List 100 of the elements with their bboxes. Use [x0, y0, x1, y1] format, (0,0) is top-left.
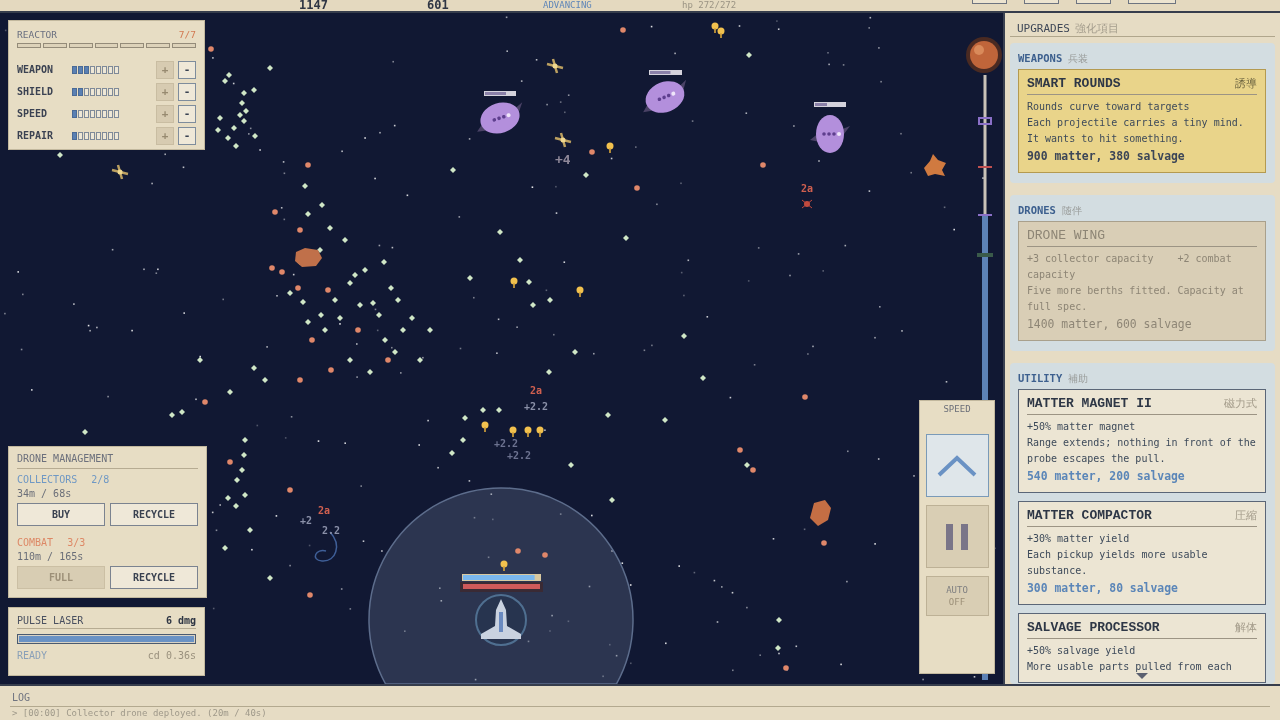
- log-title: LOG: [12, 692, 31, 703]
- matter-pickup-icon: [776, 617, 782, 623]
- matter-pickup-icon: [427, 327, 433, 333]
- matter-pickup-icon: [623, 235, 629, 241]
- matter-pickup-icon: [287, 290, 293, 296]
- drone-cost: 34m / 68s: [17, 487, 73, 501]
- matter-pickup-icon: [322, 327, 328, 333]
- upgrade-tag: 圧縮: [1235, 508, 1257, 523]
- toolbar-button[interactable]: [972, 0, 1007, 4]
- route-marker-icon: [977, 253, 993, 257]
- matter-pickup-icon: [241, 452, 247, 458]
- matter-pickup-icon: [82, 429, 88, 435]
- route-marker-icon: [978, 214, 992, 216]
- decrease-button[interactable]: -: [178, 105, 196, 123]
- matter-pickup-icon: [197, 357, 203, 363]
- salvage-pickup-icon: [355, 327, 361, 333]
- salvage-pickup-icon: [821, 540, 827, 546]
- drone-count: 2/8: [91, 473, 110, 487]
- toolbar-button[interactable]: [1076, 0, 1111, 4]
- drone-action-button[interactable]: RECYCLE: [110, 566, 198, 589]
- section-title: DRONES: [1018, 203, 1056, 218]
- upgrade-tag: 誘導: [1235, 76, 1257, 91]
- toolbar-button[interactable]: [1128, 0, 1176, 4]
- salvage-pickup-icon: [750, 467, 756, 473]
- section-subtitle: 随伴: [1061, 204, 1082, 218]
- drone-cost: 110m / 165s: [17, 550, 85, 564]
- floating-number: 2a: [801, 183, 814, 194]
- matter-pickup-icon: [417, 357, 423, 363]
- drone-count: 3/3: [67, 536, 86, 550]
- matter-pickup-icon: [305, 319, 311, 325]
- section-title: WEAPONS: [1018, 51, 1063, 66]
- salvage-pickup-icon: [542, 552, 548, 558]
- chevron-up-icon: [937, 454, 977, 477]
- speed-up-button[interactable]: [925, 434, 989, 497]
- counter-value: 601: [427, 0, 450, 11]
- system-name: REPAIR: [17, 130, 55, 142]
- weapon-damage: 6 dmg: [165, 614, 196, 628]
- log-entry: > [00:00] Collector drone deployed. (20m / 40s): [11, 708, 268, 719]
- salvage-pickup-icon: [309, 337, 315, 343]
- matter-pickup-icon: [357, 302, 363, 308]
- matter-pickup-icon: [242, 437, 248, 443]
- speed-label: SPEED: [943, 404, 971, 415]
- floating-number: +2: [300, 515, 313, 526]
- system-name: WEAPON: [17, 64, 55, 76]
- pause-button[interactable]: [925, 505, 989, 568]
- system-name: SHIELD: [17, 86, 55, 98]
- upgrade-cost: 300 matter, 80 salvage: [1027, 580, 1179, 597]
- matter-pickup-icon: [530, 302, 536, 308]
- upgrade-description: Five more berths fitted. Capacity at full spec.: [1027, 284, 1245, 314]
- matter-pickup-icon: [305, 211, 311, 217]
- matter-pickup-icon: [450, 167, 456, 173]
- upgrade-card[interactable]: SALVAGE PROCESSOR 解体 +50% salvage yield More usable parts pulled from each: [1018, 613, 1266, 683]
- upgrade-tag: 磁力式: [1224, 396, 1257, 411]
- matter-pickup-icon: [449, 450, 455, 456]
- salvage-pickup-icon: [227, 459, 233, 465]
- upgrade-description: More usable parts pulled from each: [1027, 660, 1233, 674]
- matter-pickup-icon: [744, 462, 750, 468]
- toolbar-button[interactable]: [1024, 0, 1059, 4]
- decrease-button[interactable]: -: [178, 83, 196, 101]
- section-subtitle: 補助: [1068, 372, 1089, 386]
- salvage-pickup-icon: [297, 227, 303, 233]
- collector-drone-icon: [606, 142, 614, 153]
- upgrade-cost: 540 matter, 200 salvage: [1027, 468, 1186, 485]
- matter-pickup-icon: [568, 462, 574, 468]
- pause-icon: [946, 523, 968, 550]
- matter-pickup-icon: [462, 415, 468, 421]
- drone-action-button[interactable]: BUY: [17, 503, 105, 526]
- salvage-pickup-icon: [305, 162, 311, 168]
- spaceship-icon: [475, 594, 527, 646]
- drone-action-button[interactable]: RECYCLE: [110, 503, 198, 526]
- decrease-button[interactable]: -: [178, 127, 196, 145]
- scroll-down-icon[interactable]: [1136, 673, 1148, 679]
- salvage-pickup-icon: [620, 27, 626, 33]
- panel-subtitle: 強化項目: [1075, 22, 1119, 35]
- matter-pickup-icon: [318, 312, 324, 318]
- matter-pickup-icon: [381, 259, 387, 265]
- matter-pickup-icon: [662, 417, 668, 423]
- drone-type-label: COLLECTORS: [17, 473, 78, 487]
- upgrade-card[interactable]: MATTER COMPACTOR 圧縮 +30% matter yield Each pickup yields more usable substance. 300 matter, 80 salvage: [1018, 501, 1266, 605]
- collector-drone-icon: [481, 421, 489, 432]
- upgrade-card[interactable]: SMART ROUNDS 誘導 Rounds curve toward targets Each projectile carries a tiny mind. It wants to hit something. 900 matter, 380 salvage: [1018, 69, 1266, 173]
- hp-readout: hp 272/272: [682, 0, 737, 11]
- matter-pickup-icon: [775, 645, 781, 651]
- salvage-pickup-icon: [272, 209, 278, 215]
- panel-title: REACTOR: [17, 29, 58, 40]
- upgrade-description: Each pickup yields more usable substance.: [1027, 548, 1209, 578]
- matter-pickup-icon: [547, 297, 553, 303]
- salvage-pickup-icon: [385, 357, 391, 363]
- salvage-pickup-icon: [783, 665, 789, 671]
- decrease-button[interactable]: -: [178, 61, 196, 79]
- upgrade-card[interactable]: MATTER MAGNET II 磁力式 +50% matter magnet Range extends; nothing in front of the probe escapes the pull. 540 matter, 200 salvage: [1018, 389, 1266, 493]
- salvage-pickup-icon: [295, 285, 301, 291]
- matter-pickup-icon: [497, 229, 503, 235]
- upgrade-effects: Rounds curve toward targets: [1027, 100, 1191, 114]
- floating-number: 2.2: [322, 525, 341, 536]
- collector-drone-icon: [509, 426, 517, 437]
- floating-number: +2.2: [507, 450, 532, 461]
- drone-type-label: COMBAT: [17, 536, 54, 550]
- route-marker-icon: [978, 117, 992, 125]
- collector-drone-icon: [536, 426, 544, 437]
